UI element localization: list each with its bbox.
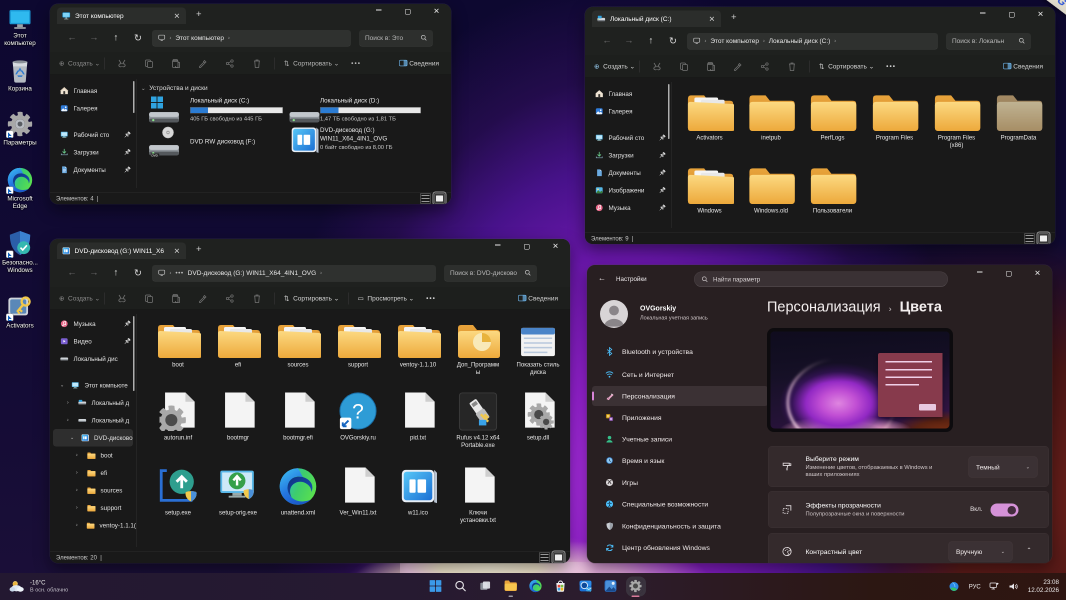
svg-text:?: ? (352, 401, 364, 424)
svg-text:DVD: DVD (151, 154, 157, 158)
